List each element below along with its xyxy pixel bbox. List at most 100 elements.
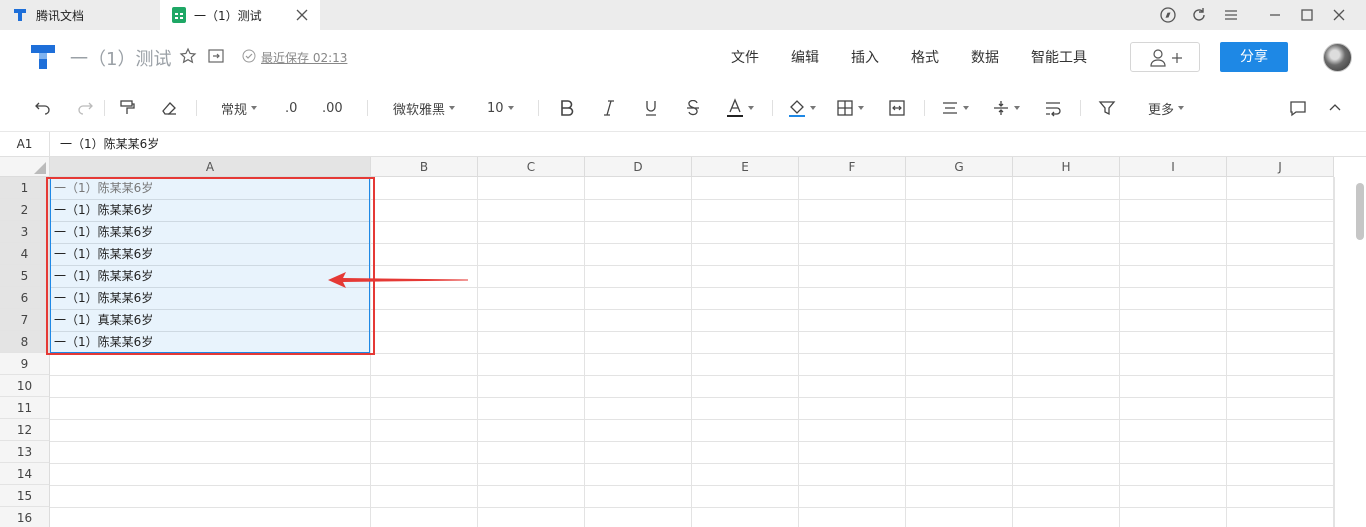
close-tab-icon[interactable] (294, 7, 310, 23)
chevron-up-icon (1329, 104, 1341, 111)
menu-file[interactable]: 文件 (731, 47, 759, 67)
wrap-text-button[interactable] (1044, 98, 1062, 118)
save-status[interactable]: 最近保存 02:13 (261, 49, 347, 66)
move-to-folder-icon[interactable] (207, 47, 225, 65)
refresh-icon[interactable] (1189, 5, 1209, 25)
font-color-button[interactable] (726, 98, 754, 118)
horizontal-align-button[interactable] (941, 98, 969, 118)
maximize-icon[interactable] (1297, 5, 1317, 25)
chevron-down-icon (858, 106, 864, 110)
merge-cells-button[interactable] (888, 98, 906, 118)
format-painter-button[interactable] (118, 98, 136, 118)
tab-document[interactable]: 一（1）测试 (160, 0, 320, 30)
row-header[interactable]: 9 (0, 353, 50, 375)
vertical-scrollbar[interactable] (1334, 177, 1366, 527)
column-header-f[interactable]: F (799, 157, 906, 177)
row-header[interactable]: 16 (0, 507, 50, 527)
format-painter-icon (120, 100, 135, 114)
vertical-align-icon (994, 101, 1008, 115)
row-header[interactable]: 15 (0, 485, 50, 507)
more-dropdown[interactable]: 更多 (1148, 98, 1185, 118)
underline-button[interactable] (644, 98, 658, 118)
menu-insert[interactable]: 插入 (851, 47, 879, 67)
borders-button[interactable] (836, 98, 864, 118)
cell-reference-box[interactable]: A1 (0, 132, 50, 156)
fill-color-icon (789, 100, 805, 117)
row-header[interactable]: 3 (0, 221, 50, 243)
menu-smart-tools[interactable]: 智能工具 (1031, 47, 1087, 67)
corner-triangle-icon (34, 162, 46, 174)
italic-icon (604, 100, 614, 116)
number-format-dropdown[interactable]: 常规 (221, 98, 258, 118)
decrease-decimal-button[interactable]: .0 (285, 98, 297, 118)
row-header[interactable]: 8 (0, 331, 50, 353)
comment-icon (1290, 101, 1306, 117)
strikethrough-button[interactable] (686, 98, 700, 118)
add-collaborator-button[interactable] (1130, 42, 1200, 72)
italic-button[interactable] (602, 98, 616, 118)
chevron-down-icon (810, 106, 816, 110)
row-header[interactable]: 14 (0, 463, 50, 485)
select-all-corner[interactable] (0, 157, 50, 177)
row-header[interactable]: 12 (0, 419, 50, 441)
number-format-label: 常规 (221, 102, 248, 118)
star-icon[interactable] (179, 47, 197, 65)
row-header[interactable]: 10 (0, 375, 50, 397)
redo-button[interactable] (76, 98, 94, 118)
close-window-icon[interactable] (1329, 5, 1349, 25)
share-button[interactable]: 分享 (1220, 42, 1288, 72)
formula-input[interactable]: 一（1）陈某某6岁 (60, 132, 159, 156)
bold-button[interactable] (560, 98, 574, 118)
row-header[interactable]: 6 (0, 287, 50, 309)
vertical-align-button[interactable] (992, 98, 1020, 118)
column-header-g[interactable]: G (906, 157, 1013, 177)
spreadsheet-grid[interactable]: A B C D E F G H I J 1 2 3 4 5 6 7 8 9 10… (0, 157, 1366, 527)
chevron-down-icon (1178, 106, 1185, 110)
row-header[interactable]: 4 (0, 243, 50, 265)
increase-decimal-label: .00 (322, 100, 343, 116)
font-color-icon (727, 98, 743, 117)
merge-cells-icon (889, 100, 905, 116)
undo-button[interactable] (34, 98, 52, 118)
document-title[interactable]: 一（1）测试 (70, 45, 171, 71)
menu-data[interactable]: 数据 (971, 47, 999, 67)
row-header[interactable]: 11 (0, 397, 50, 419)
column-header-a[interactable]: A (50, 157, 371, 177)
column-header-j[interactable]: J (1227, 157, 1334, 177)
filter-button[interactable] (1098, 98, 1116, 118)
annotation-highlight-box (46, 177, 375, 355)
annotation-arrow-icon (328, 272, 468, 288)
underline-icon (646, 101, 656, 116)
row-header[interactable]: 5 (0, 265, 50, 287)
column-header-d[interactable]: D (585, 157, 692, 177)
row-header[interactable]: 7 (0, 309, 50, 331)
compass-icon[interactable] (1158, 5, 1178, 25)
eraser-icon (162, 102, 176, 115)
column-header-e[interactable]: E (692, 157, 799, 177)
increase-decimal-button[interactable]: .00 (322, 98, 343, 118)
column-header-b[interactable]: B (371, 157, 478, 177)
row-header[interactable]: 13 (0, 441, 50, 463)
chevron-down-icon (1014, 106, 1020, 110)
menu-format[interactable]: 格式 (911, 47, 939, 67)
row-header[interactable]: 2 (0, 199, 50, 221)
font-size-dropdown[interactable]: 10 (487, 98, 514, 118)
font-family-dropdown[interactable]: 微软雅黑 (393, 98, 456, 118)
scrollbar-thumb[interactable] (1356, 183, 1364, 240)
comment-button[interactable] (1289, 98, 1307, 118)
avatar[interactable] (1323, 43, 1352, 72)
column-header-h[interactable]: H (1013, 157, 1120, 177)
menu-icon[interactable] (1221, 5, 1241, 25)
minimize-icon[interactable] (1265, 5, 1285, 25)
sheet-icon (172, 7, 186, 23)
column-header-c[interactable]: C (478, 157, 585, 177)
fill-color-button[interactable] (788, 98, 816, 118)
redo-icon (78, 102, 93, 115)
collapse-toolbar-button[interactable] (1327, 98, 1343, 118)
menu-edit[interactable]: 编辑 (791, 47, 819, 67)
tencent-docs-logo-icon[interactable] (28, 43, 58, 71)
tab-tencent-docs[interactable]: 腾讯文档 (0, 0, 160, 30)
clear-format-button[interactable] (160, 98, 178, 118)
row-header[interactable]: 1 (0, 177, 50, 199)
column-header-i[interactable]: I (1120, 157, 1227, 177)
